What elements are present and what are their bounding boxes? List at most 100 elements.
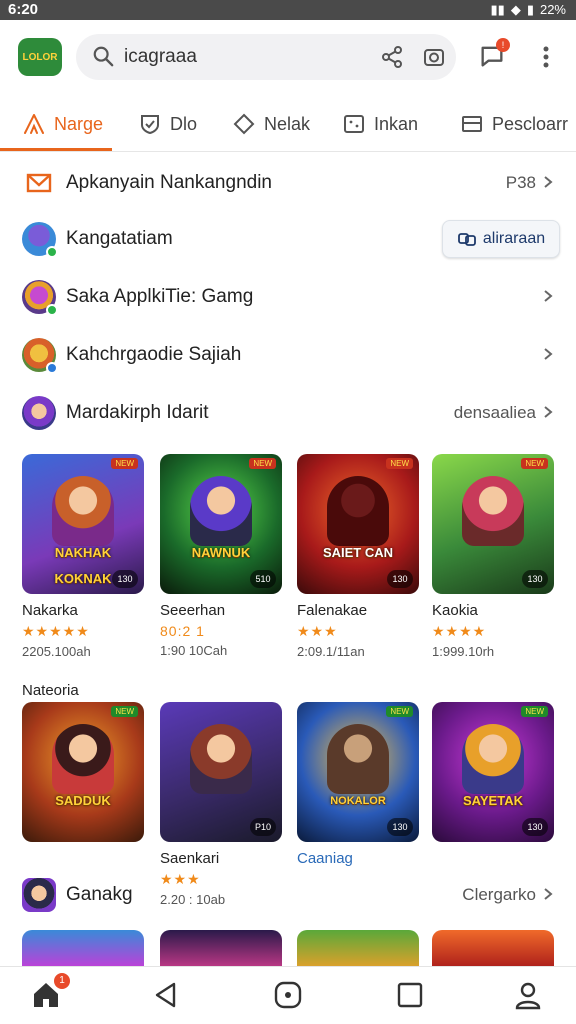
game-thumbnail[interactable] — [297, 930, 419, 970]
tab-narge[interactable]: Narge — [22, 96, 103, 152]
game-character — [190, 476, 252, 546]
size-badge: 510 — [250, 570, 276, 588]
row-chevron — [536, 326, 554, 384]
home-badge: 1 — [54, 973, 70, 989]
game-link[interactable]: Caaniag — [297, 850, 419, 867]
size-badge: 130 — [112, 570, 138, 588]
notification-button[interactable]: ! — [478, 38, 510, 70]
search-input[interactable]: icagraaa — [124, 34, 197, 80]
row-value-text: Clergarko — [462, 885, 536, 904]
list-row-mardakirph[interactable]: Mardakirph Idarit densaaliea — [0, 384, 576, 442]
tab-dlo[interactable]: Dlo — [138, 96, 197, 152]
nav-recents[interactable] — [394, 979, 426, 1011]
row-value: Clergarko — [462, 866, 554, 924]
app-logo[interactable]: LOLOR — [18, 38, 62, 76]
game-meta: 2205.100ah — [22, 644, 91, 659]
nav-home-circle[interactable] — [272, 979, 304, 1011]
size-badge: 130 — [522, 818, 548, 836]
game-thumbnail[interactable]: NEW NOKALOR 130 — [297, 702, 419, 842]
status-time: 6:20 — [8, 1, 39, 18]
search-bar[interactable]: icagraaa — [76, 34, 456, 80]
new-tag: NEW — [111, 458, 138, 469]
search-icon — [93, 46, 114, 67]
rating-stars: ★★★★★ — [22, 623, 90, 639]
logo-text: LOLOR — [22, 51, 58, 63]
verified-badge — [46, 304, 58, 316]
game-thumbnail[interactable]: NEW 130 — [432, 454, 554, 594]
game-thumbnail[interactable]: NEW SADDUK — [22, 702, 144, 842]
game-thumbnail[interactable]: NEW NAKHAK KOKNAK 130 — [22, 454, 144, 594]
status-bar: 6:20 ▮▮ ◆ ▮ 22% — [0, 0, 576, 20]
size-badge: 130 — [387, 570, 413, 588]
tab-label: Narge — [54, 113, 104, 134]
game-thumbnail[interactable]: NEW SAYETAK 130 — [432, 702, 554, 842]
row-label: Saka ApplkiTie: Gamg — [66, 286, 254, 307]
mail-icon — [26, 173, 52, 193]
list-row-ganakg[interactable]: Ganakg Clergarko — [0, 866, 576, 924]
profile-icon — [515, 982, 541, 1010]
row-label: Kangatatiam — [66, 228, 173, 249]
chevron-right-icon — [544, 406, 553, 418]
rating-stars: 80:2 1 — [160, 623, 205, 639]
active-tab-indicator — [0, 148, 112, 151]
chevron-right-icon — [544, 176, 553, 188]
action-button[interactable]: aliraraan — [442, 220, 560, 258]
tab-inkan[interactable]: Inkan — [342, 96, 418, 152]
new-tag: NEW — [111, 706, 138, 717]
tab-pescloarr[interactable]: Pescloarr — [460, 96, 568, 152]
notification-badge: ! — [496, 38, 510, 52]
game-banner: SAYETAK — [463, 793, 523, 808]
game-character — [52, 724, 114, 794]
verified-badge — [46, 362, 58, 374]
list-row-saka[interactable]: Saka ApplkiTie: Gamg — [0, 268, 576, 326]
nav-home[interactable]: 1 — [30, 973, 70, 1011]
share-icon[interactable] — [380, 45, 404, 69]
link-icon — [457, 233, 476, 246]
camera-icon[interactable] — [422, 45, 446, 69]
signal-icon: ▮▮ — [490, 2, 505, 17]
nav-back[interactable] — [150, 979, 182, 1011]
game-thumbnail[interactable]: NEW SAIET CAN 130 — [297, 454, 419, 594]
game-thumbnail[interactable]: NEW NAWNUK 510 — [160, 454, 282, 594]
game-card[interactable]: NEW SAIET CAN 130 Falenakae ★★★ 2:09.1/1… — [297, 454, 419, 659]
nav-profile[interactable] — [512, 979, 544, 1011]
game-card[interactable]: NEW NAKHAK KOKNAK 130 Nakarka ★★★★★ 2205… — [22, 454, 144, 659]
size-badge: 130 — [387, 818, 413, 836]
chevron-right-icon — [544, 290, 553, 302]
game-character — [52, 476, 114, 546]
game-thumbnail[interactable] — [160, 930, 282, 970]
game-card[interactable]: NEW NOKALOR 130 Caaniag — [297, 702, 419, 867]
avatar — [22, 878, 56, 912]
game-thumbnail[interactable]: P10 — [160, 702, 282, 842]
game-card[interactable]: NEW 130 Kaokia ★★★★ 1:999.10rh — [432, 454, 554, 659]
dice-icon — [344, 115, 364, 133]
tab-label: Nelak — [264, 113, 311, 134]
list-row-apkanyain[interactable]: Apkanyain Nankangndin P38 — [0, 154, 576, 212]
game-card[interactable]: NEW SADDUK — [22, 702, 144, 842]
row-chevron — [536, 268, 554, 326]
row-label: Ganakg — [66, 884, 133, 905]
game-banner: SAIET CAN — [322, 545, 394, 560]
avatar — [22, 396, 56, 430]
game-character — [462, 476, 524, 546]
new-tag: NEW — [521, 458, 548, 469]
list-row-kangatatiam[interactable]: Kangatatiam aliraraan — [0, 210, 576, 268]
game-thumbnail[interactable] — [432, 930, 554, 970]
game-thumbnail[interactable] — [22, 930, 144, 970]
game-card[interactable]: NEW SAYETAK 130 — [432, 702, 554, 842]
more-vert-icon[interactable] — [536, 42, 556, 72]
game-name: Kaokia — [432, 602, 478, 619]
tab-nelak[interactable]: Nelak — [232, 96, 310, 152]
rating-stars: ★★★★ — [432, 623, 487, 639]
size-badge: 130 — [522, 570, 548, 588]
wifi-icon: ◆ — [510, 2, 521, 17]
game-character — [327, 476, 389, 546]
game-name: Falenakae — [297, 602, 368, 619]
list-row-kahchrgaodie[interactable]: Kahchrgaodie Sajiah — [0, 326, 576, 384]
home-circle-icon — [274, 981, 302, 1009]
game-name: Seeerhan — [160, 602, 226, 619]
row-label: Kahchrgaodie Sajiah — [66, 344, 242, 365]
bottom-nav: 1 — [0, 966, 576, 1024]
recents-square-icon — [397, 982, 423, 1008]
game-card[interactable]: NEW NAWNUK 510 Seeerhan 80:2 1 1:90 10Ca… — [160, 454, 282, 658]
